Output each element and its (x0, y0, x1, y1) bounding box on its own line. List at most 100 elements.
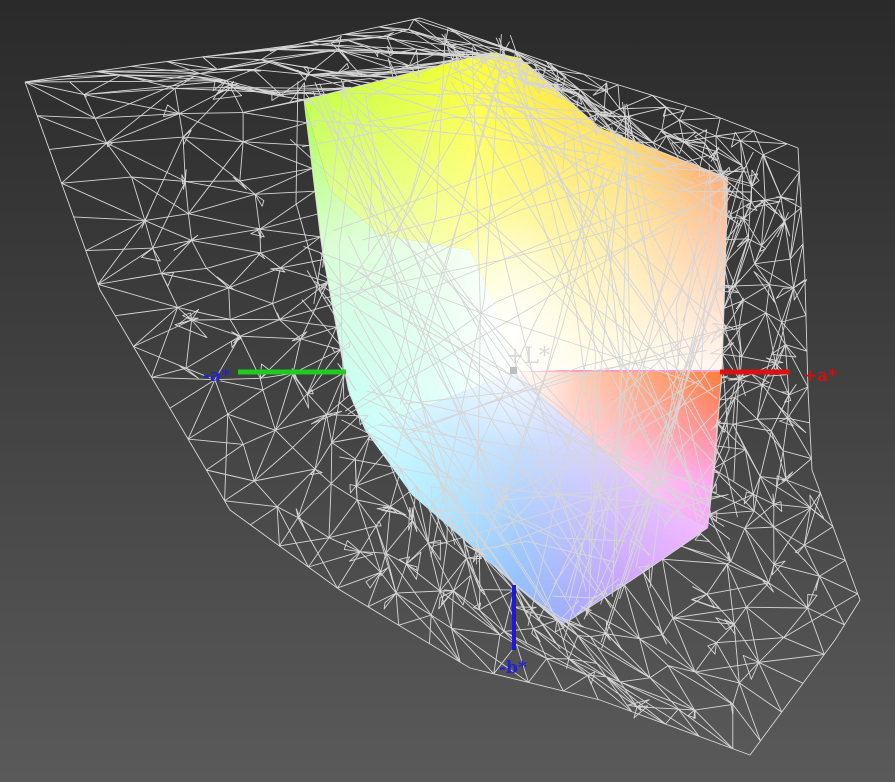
wireframe-edge (133, 307, 178, 347)
wireframe-edge (744, 528, 775, 565)
wireframe-edge (729, 701, 734, 715)
wireframe-edge (326, 372, 346, 415)
wireframe-edge (97, 220, 146, 285)
wireframe-edge (743, 491, 754, 505)
wireframe-edge (678, 708, 734, 750)
wireframe-edge (759, 245, 767, 252)
wireframe-edge (408, 19, 415, 30)
wireframe-edge (661, 107, 667, 131)
wireframe-edge (667, 665, 695, 711)
wireframe-edge (453, 590, 501, 636)
wireframe-edge (396, 590, 441, 594)
wireframe-edge (568, 658, 638, 708)
wireframe-edge (97, 273, 162, 285)
wireframe-edge (229, 303, 273, 320)
wireframe-edge (253, 447, 293, 482)
wireframe-edge (744, 526, 774, 529)
wireframe-edge (177, 287, 229, 308)
wireframe-edge (793, 243, 804, 288)
wireframe-edge (430, 590, 441, 616)
wireframe-edge (773, 507, 811, 565)
wireframe-edge (354, 435, 371, 460)
wireframe-edge (330, 458, 356, 484)
wireframe-edge (69, 81, 87, 98)
wireframe-edge (711, 491, 755, 512)
wireframe-edge (404, 65, 410, 68)
wireframe-edge (161, 273, 229, 289)
wireframe-edge (499, 631, 505, 636)
wireframe-edge (773, 507, 811, 528)
wireframe-edge (715, 135, 718, 152)
wireframe-edge (151, 307, 179, 378)
plus-a-axis-label: +a* (803, 366, 837, 386)
wireframe-edge (743, 299, 767, 314)
wireframe-edge (819, 575, 845, 626)
wireframe-edge (769, 221, 786, 285)
wireframe-edge (773, 526, 805, 546)
wireframe-edge (786, 458, 812, 481)
wireframe-edge (279, 304, 333, 321)
wireframe-edge (174, 86, 231, 89)
minus-b-axis-label: -b* (499, 658, 527, 678)
wireframe-edge (753, 510, 774, 528)
wireframe-edge (671, 141, 685, 154)
wireframe-edge (206, 252, 261, 269)
wireframe-edge (579, 89, 606, 91)
wireframe-edge (260, 236, 321, 254)
wireframe-edge (24, 81, 96, 119)
gamut-3d-view[interactable]: +L* -a* +a* -b* (0, 0, 895, 782)
wireframe-edge (257, 252, 266, 260)
wireframe-edge (280, 259, 324, 269)
wireframe-edge (566, 621, 608, 635)
wireframe-edge (243, 141, 310, 147)
wireframe-edge (97, 247, 153, 285)
wireframe-edge (734, 397, 758, 420)
wireframe-edge (85, 247, 153, 252)
wireframe-edge (780, 171, 800, 198)
wireframe-edge (133, 319, 192, 347)
wireframe-edge (681, 545, 731, 562)
wireframe-edge (188, 438, 244, 445)
wireframe-edge (777, 405, 807, 434)
gamut-viewport[interactable]: +L* -a* +a* -b* (0, 0, 895, 782)
wireframe-edge (722, 353, 742, 358)
wireframe-edge (259, 213, 318, 230)
lstar-axis-label: +L* (506, 344, 550, 369)
wireframe-edge (191, 319, 231, 321)
wireframe-edge (762, 154, 766, 200)
wireframe-edge (738, 682, 761, 742)
wireframe-edge (276, 506, 280, 546)
wireframe-edge (275, 393, 308, 431)
wireframe-edge (732, 704, 761, 742)
wireframe-edge (307, 371, 345, 394)
wireframe-edge (772, 493, 775, 508)
wireframe-edge (642, 572, 664, 635)
wireframe-edge (375, 520, 382, 527)
wireframe-edge (753, 476, 761, 511)
wireframe-edge (61, 142, 107, 184)
wireframe-edge (722, 563, 728, 572)
wireframe-edge (95, 69, 218, 72)
wireframe-edge (330, 442, 333, 484)
wireframe-edge (276, 468, 316, 508)
wireframe-edge (649, 677, 695, 711)
wireframe-edge (715, 445, 746, 451)
wireframe-edge (182, 87, 231, 138)
wireframe-edge (563, 675, 588, 692)
wireframe-edge (747, 238, 756, 264)
wireframe-edge (133, 346, 187, 369)
wireframe-edge (446, 520, 448, 543)
wireframe-edge (784, 394, 792, 403)
wireframe-edge (182, 136, 241, 182)
wireframe-edge (585, 609, 608, 635)
wireframe-edge (73, 216, 145, 222)
wireframe-edge (819, 559, 846, 577)
wireframe-edge (604, 597, 640, 639)
wireframe-edge (61, 182, 146, 222)
wireframe-edge (255, 190, 315, 195)
wireframe-edge (296, 69, 308, 81)
wireframe-edge (24, 81, 85, 96)
wireframe-edge (177, 308, 200, 325)
wireframe-edge (783, 593, 858, 638)
wireframe-edge (583, 73, 606, 91)
